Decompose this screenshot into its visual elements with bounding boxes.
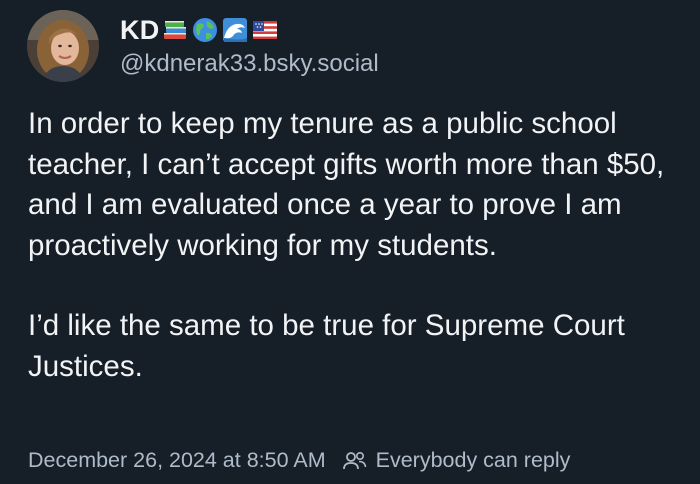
us-flag-emoji-icon	[253, 21, 278, 39]
globe-emoji-icon	[193, 18, 218, 42]
post: KD @kdnerak33.bsky.social In order to ke…	[0, 0, 700, 484]
author-handle[interactable]: @kdnerak33.bsky.social	[120, 50, 379, 78]
avatar[interactable]	[27, 10, 99, 82]
post-body: In order to keep my tenure as a public s…	[28, 104, 678, 387]
people-icon	[342, 451, 366, 469]
reply-setting-label[interactable]: Everybody can reply	[376, 448, 571, 473]
post-paragraph: I’d like the same to be true for Supreme…	[28, 309, 625, 383]
avatar-photo-icon	[27, 10, 99, 82]
post-paragraph: In order to keep my tenure as a public s…	[28, 107, 665, 262]
books-emoji-icon	[164, 21, 187, 39]
author-display-name[interactable]: KD	[120, 15, 159, 46]
post-meta: December 26, 2024 at 8:50 AM Everybody c…	[28, 448, 570, 473]
author-name-row[interactable]: KD	[120, 12, 279, 48]
post-timestamp[interactable]: December 26, 2024 at 8:50 AM	[28, 448, 326, 473]
wave-emoji-icon	[223, 18, 248, 42]
